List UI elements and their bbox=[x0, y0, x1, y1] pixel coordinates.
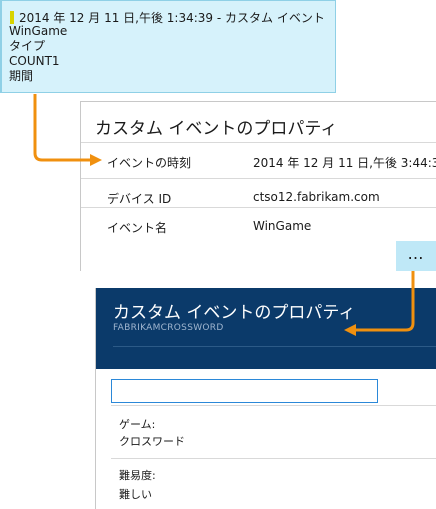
arrow-head-right bbox=[90, 154, 102, 166]
arrow-head-left bbox=[344, 324, 356, 336]
arrow-to-detail bbox=[354, 271, 415, 332]
connector-arrows bbox=[33, 94, 415, 336]
arrow-to-properties bbox=[33, 94, 92, 162]
